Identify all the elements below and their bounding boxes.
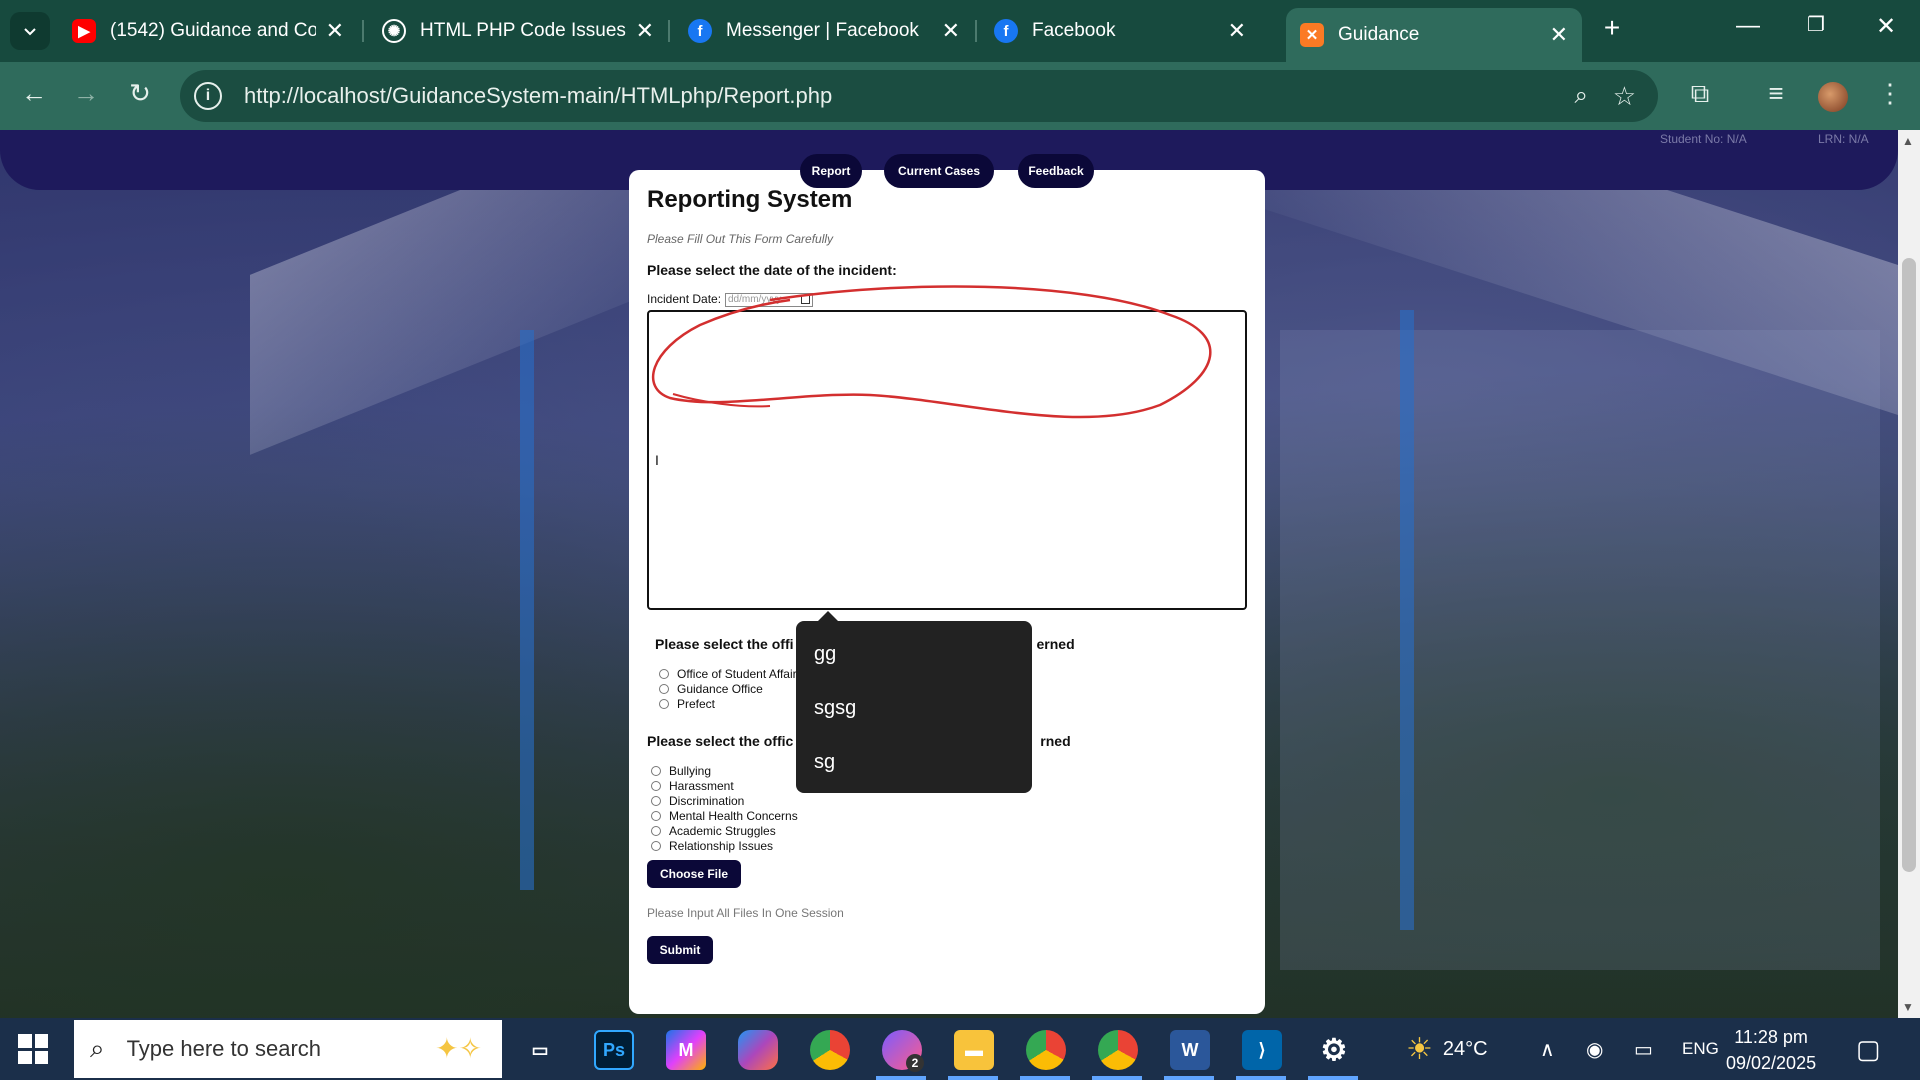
notification-badge: 2	[906, 1054, 924, 1072]
windows-taskbar: ⌕ Type here to search ✦✧ ▭ Ps M 2 ▬ W ⟩ …	[0, 1018, 1920, 1080]
photoshop-icon[interactable]: Ps	[594, 1030, 634, 1070]
close-icon[interactable]: ✕	[1228, 18, 1246, 44]
reload-button[interactable]: ↻	[122, 78, 158, 109]
file-explorer-icon[interactable]: ▬	[954, 1030, 994, 1070]
media-controls-icon[interactable]: ≡	[1758, 78, 1794, 109]
search-icon: ⌕	[90, 1033, 105, 1063]
minimize-button[interactable]: —	[1728, 12, 1768, 40]
record-indicator-icon[interactable]: ◉	[1586, 1018, 1603, 1080]
taskbar-search-box[interactable]: ⌕ Type here to search ✦✧	[74, 1020, 502, 1078]
active-app-indicator	[1164, 1076, 1214, 1080]
scrollbar-thumb[interactable]	[1902, 258, 1916, 872]
extensions-icon[interactable]: ⧉	[1682, 78, 1718, 110]
copilot-sparkle-icon: ✦✧	[435, 1033, 482, 1064]
active-app-indicator	[948, 1076, 998, 1080]
back-button[interactable]: ←	[16, 78, 52, 109]
close-window-button[interactable]: ✕	[1866, 12, 1906, 41]
tab-title: (1542) Guidance and Cou	[110, 20, 316, 41]
autocomplete-option[interactable]: sgsg	[814, 697, 856, 720]
show-hidden-icons[interactable]: ∧	[1540, 1018, 1555, 1080]
close-icon[interactable]: ✕	[1550, 22, 1568, 48]
autocomplete-dropdown: gg sgsg sg	[796, 611, 1032, 793]
autocomplete-option[interactable]: sg	[814, 751, 835, 774]
profile-avatar[interactable]	[1818, 82, 1848, 112]
browser-toolbar: ← → ↻ i http://localhost/GuidanceSystem-…	[0, 62, 1920, 130]
tab-title: Messenger | Facebook	[726, 20, 919, 41]
tab-title: HTML PHP Code Issues	[420, 20, 626, 41]
messenger-icon[interactable]: 2	[882, 1030, 924, 1072]
scroll-down-icon[interactable]: ▼	[1902, 1000, 1914, 1014]
chrome-profile-icon[interactable]	[1026, 1030, 1066, 1070]
tab-guidance[interactable]: ✕ Guidance ✕	[1286, 8, 1582, 62]
language-indicator[interactable]: ENG	[1682, 1018, 1719, 1080]
tab-separator	[362, 20, 364, 42]
url-text[interactable]: http://localhost/GuidanceSystem-main/HTM…	[244, 83, 832, 109]
youtube-icon: ▶	[72, 19, 96, 43]
restore-button[interactable]: ❐	[1796, 12, 1836, 37]
address-bar[interactable]: i http://localhost/GuidanceSystem-main/H…	[180, 70, 1658, 122]
menu-kebab-icon[interactable]: ⋮	[1872, 78, 1908, 109]
new-tab-button[interactable]: +	[1592, 12, 1632, 44]
close-icon[interactable]: ✕	[326, 18, 344, 44]
notification-center-icon[interactable]: ▢	[1856, 1018, 1881, 1080]
vscode-icon[interactable]: ⟩	[1242, 1030, 1282, 1070]
tab-title: Guidance	[1338, 24, 1420, 45]
chatgpt-icon: ✺	[382, 19, 406, 43]
chevron-down-icon	[24, 28, 36, 36]
active-app-indicator	[876, 1076, 926, 1080]
tab-separator	[668, 20, 670, 42]
active-app-indicator	[1308, 1076, 1358, 1080]
weather-sun-icon: ☀	[1406, 1032, 1433, 1066]
tab-title: Facebook	[1032, 20, 1116, 41]
word-icon[interactable]: W	[1170, 1030, 1210, 1070]
close-icon[interactable]: ✕	[636, 18, 654, 44]
facebook-icon: f	[994, 19, 1018, 43]
settings-gear-icon[interactable]: ⚙	[1314, 1030, 1354, 1070]
site-info-icon[interactable]: i	[194, 82, 222, 110]
scroll-up-icon[interactable]: ▲	[1902, 134, 1914, 148]
tab-youtube[interactable]: ▶ (1542) Guidance and Cou ✕	[58, 8, 358, 54]
page-scrollbar[interactable]: ▲ ▼	[1898, 130, 1920, 1018]
battery-icon[interactable]: ▭	[1634, 1018, 1653, 1080]
clock-date: 09/02/2025	[1726, 1053, 1817, 1073]
copilot-icon[interactable]	[738, 1030, 778, 1070]
taskbar-clock[interactable]: 11:28 pm 09/02/2025	[1726, 1024, 1816, 1076]
bookmark-star-icon[interactable]: ☆	[1613, 81, 1636, 112]
weather-widget[interactable]: ☀ 24°C	[1406, 1018, 1488, 1080]
facebook-icon: f	[688, 19, 712, 43]
active-app-indicator	[1236, 1076, 1286, 1080]
chrome-profile-icon[interactable]	[1098, 1030, 1138, 1070]
xampp-icon: ✕	[1300, 23, 1324, 47]
red-scribble-annotation	[652, 285, 1212, 419]
zoom-icon[interactable]: ⌕	[1575, 82, 1588, 110]
microsoft-365-icon[interactable]: M	[666, 1030, 706, 1070]
chrome-icon[interactable]	[810, 1030, 850, 1070]
close-icon[interactable]: ✕	[942, 18, 960, 44]
active-app-indicator	[1020, 1076, 1070, 1080]
tab-facebook[interactable]: f Facebook ✕	[980, 8, 1260, 54]
task-view-icon[interactable]: ▭	[520, 1030, 560, 1070]
windows-start-icon[interactable]	[18, 1034, 48, 1064]
forward-button[interactable]: →	[68, 78, 104, 109]
autocomplete-option[interactable]: gg	[814, 643, 836, 666]
tab-messenger[interactable]: f Messenger | Facebook ✕	[674, 8, 974, 54]
tab-strip: ▶ (1542) Guidance and Cou ✕ ✺ HTML PHP C…	[0, 0, 1920, 62]
weather-temp: 24°C	[1442, 1037, 1488, 1060]
search-placeholder: Type here to search	[126, 1036, 322, 1061]
clock-time: 11:28 pm	[1734, 1027, 1808, 1047]
page-viewport: Student No: N/A LRN: N/A Reporting Syste…	[0, 130, 1898, 1018]
tab-separator	[975, 20, 977, 42]
active-app-indicator	[1092, 1076, 1142, 1080]
tab-chatgpt[interactable]: ✺ HTML PHP Code Issues ✕	[368, 8, 668, 54]
tab-search-button[interactable]	[10, 12, 50, 50]
